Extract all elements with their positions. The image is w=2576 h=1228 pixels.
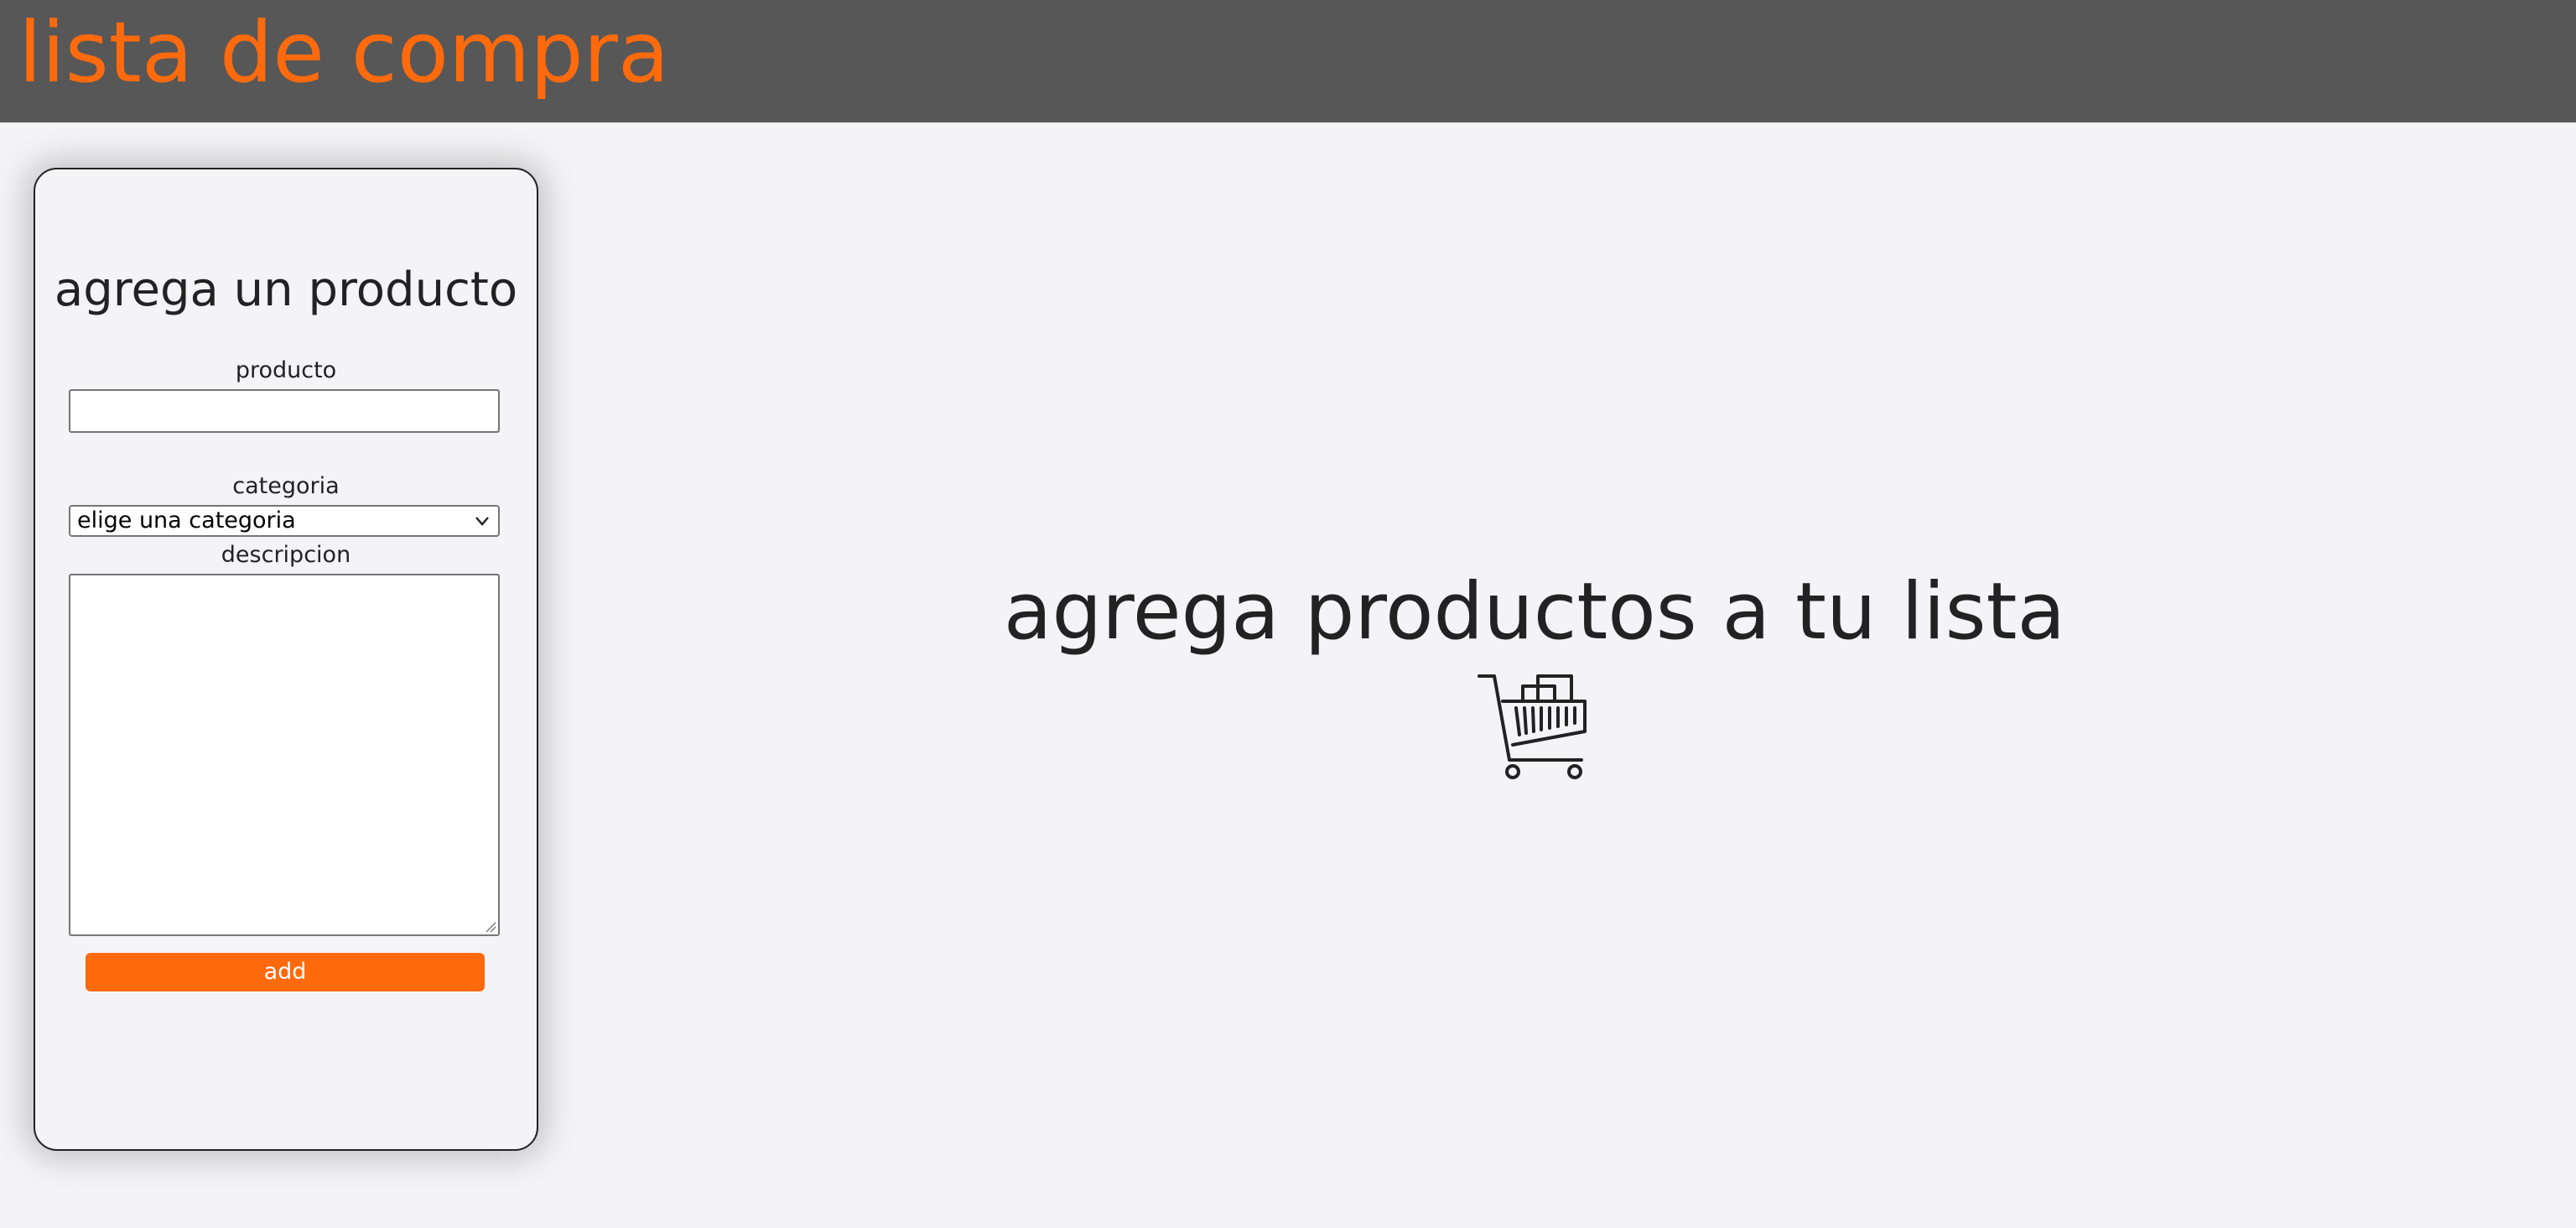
category-select[interactable]: elige una categoria — [69, 505, 500, 537]
add-product-form: agrega un producto producto categoria el… — [34, 168, 538, 1151]
form-title: agrega un producto — [54, 263, 518, 317]
app-header: lista de compra — [0, 0, 2576, 122]
product-input[interactable] — [69, 389, 500, 433]
shopping-cart-icon — [1478, 674, 1587, 779]
product-label: producto — [235, 357, 337, 383]
resize-handle-icon[interactable] — [485, 921, 496, 933]
description-textarea[interactable] — [69, 574, 500, 936]
add-button[interactable]: add — [86, 953, 485, 991]
empty-state: agrega productos a tu lista — [889, 562, 2180, 782]
app-title: lista de compra — [18, 3, 670, 101]
empty-state-title: agrega productos a tu lista — [1003, 566, 2066, 658]
category-label: categoria — [232, 473, 340, 499]
chevron-down-icon — [475, 517, 489, 526]
category-selected-value: elige una categoria — [77, 507, 296, 533]
description-label: descripcion — [221, 542, 351, 568]
